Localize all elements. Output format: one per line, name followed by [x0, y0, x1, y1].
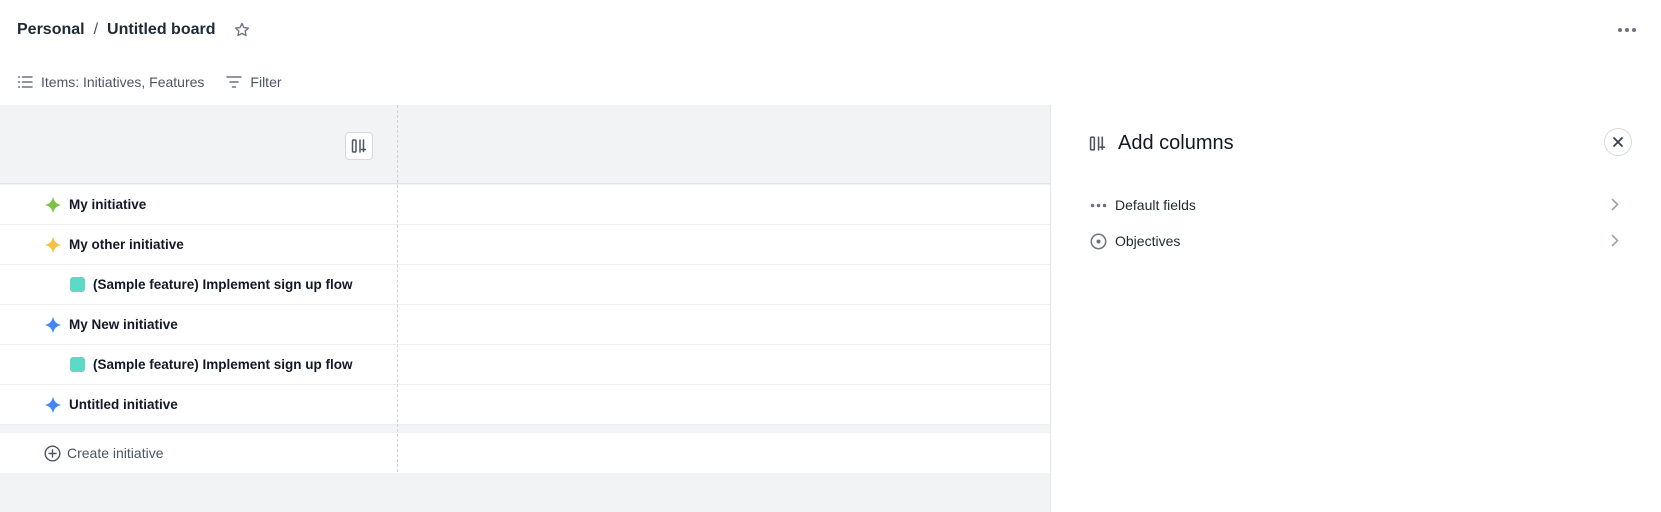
column-category-list: Default fields Objectives [1089, 187, 1619, 259]
feature-square-icon [68, 356, 86, 374]
panel-title: Add columns [1089, 132, 1234, 155]
list-icon [17, 76, 33, 88]
table-row[interactable]: My New initiative [0, 305, 1050, 345]
row-label: (Sample feature) Implement sign up flow [93, 357, 353, 372]
feature-square-icon [68, 276, 86, 294]
more-options-button[interactable] [1615, 20, 1639, 40]
chevron-right-icon [1611, 234, 1619, 247]
more-horizontal-icon [1618, 28, 1636, 32]
row-spacer [0, 425, 1050, 433]
close-panel-button[interactable] [1604, 128, 1632, 156]
filter-button[interactable]: Filter [226, 74, 282, 90]
row-label: Untitled initiative [69, 397, 178, 412]
initiative-sparkle-icon [44, 316, 62, 334]
plus-circle-icon [44, 444, 61, 462]
row-label: (Sample feature) Implement sign up flow [93, 277, 353, 292]
table-row[interactable]: (Sample feature) Implement sign up flow [0, 345, 1050, 385]
breadcrumb: Personal / Untitled board [17, 21, 215, 39]
items-selector[interactable]: Items: Initiatives, Features [17, 74, 204, 90]
default-fields-label: Default fields [1115, 197, 1196, 213]
table-row[interactable]: My other initiative [0, 225, 1050, 265]
table-row[interactable]: Untitled initiative [0, 385, 1050, 425]
panel-title-text: Add columns [1118, 132, 1234, 154]
breadcrumb-personal[interactable]: Personal [17, 21, 85, 39]
table-row[interactable]: My initiative [0, 185, 1050, 225]
default-fields-item[interactable]: Default fields [1089, 187, 1619, 223]
objectives-item[interactable]: Objectives [1089, 223, 1619, 259]
close-icon [1613, 137, 1623, 147]
dots-icon [1089, 203, 1107, 208]
board-rows: My initiative My other initiative (Sampl… [0, 185, 1050, 473]
initiative-sparkle-icon [44, 236, 62, 254]
table-row[interactable]: (Sample feature) Implement sign up flow [0, 265, 1050, 305]
create-initiative-label: Create initiative [67, 445, 164, 461]
toolbar: Items: Initiatives, Features Filter [0, 60, 282, 104]
create-initiative-button[interactable]: Create initiative [0, 433, 1050, 473]
objectives-label: Objectives [1115, 233, 1181, 249]
add-columns-icon [1089, 136, 1106, 151]
page-header: Personal / Untitled board [0, 0, 1661, 60]
items-selector-label: Items: Initiatives, Features [41, 74, 205, 90]
column-divider [397, 105, 398, 472]
chevron-right-icon [1611, 198, 1619, 211]
row-label: My initiative [69, 197, 147, 212]
initiative-sparkle-icon [44, 196, 62, 214]
board-grid: My initiative My other initiative (Sampl… [0, 105, 1050, 512]
add-columns-button[interactable] [345, 132, 373, 160]
add-columns-panel: Add columns Default fields Objectives [1050, 105, 1661, 512]
target-icon [1089, 233, 1107, 250]
star-icon [235, 22, 250, 37]
add-columns-icon [351, 139, 367, 153]
row-label: My New initiative [69, 317, 178, 332]
board-title[interactable]: Untitled board [107, 21, 215, 39]
favorite-button[interactable] [231, 19, 253, 41]
board-header-row [0, 105, 1050, 184]
row-label: My other initiative [69, 237, 184, 252]
filter-icon [226, 76, 243, 88]
breadcrumb-separator: / [93, 21, 99, 38]
filter-label: Filter [250, 74, 282, 90]
initiative-sparkle-icon [44, 396, 62, 414]
